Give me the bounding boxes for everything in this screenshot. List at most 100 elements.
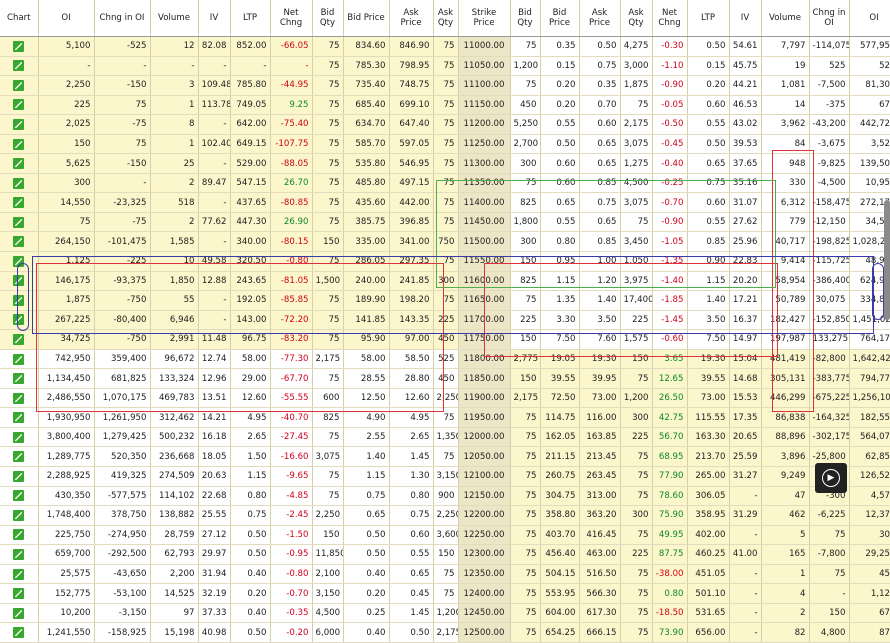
call-cell[interactable]: 320.50: [230, 251, 271, 272]
put-cell[interactable]: 73.00: [687, 388, 730, 409]
call-cell[interactable]: 143.00: [230, 310, 271, 331]
call-chart-cell[interactable]: [0, 622, 39, 643]
call-chart-cell[interactable]: [0, 56, 39, 77]
chart-icon[interactable]: [13, 333, 25, 345]
strike-price-cell[interactable]: 12450.00: [458, 603, 511, 624]
call-chart-cell[interactable]: [0, 583, 39, 604]
call-chart-cell[interactable]: [0, 603, 39, 624]
call-chart-cell[interactable]: [0, 173, 39, 194]
strike-price-cell[interactable]: 12150.00: [458, 486, 511, 507]
put-cell[interactable]: 1.40: [687, 290, 730, 311]
strike-price-cell[interactable]: 11550.00: [458, 251, 511, 272]
strike-price-cell[interactable]: 11600.00: [458, 271, 511, 292]
strike-price-cell[interactable]: 11850.00: [458, 368, 511, 389]
call-chart-cell[interactable]: [0, 446, 39, 468]
chart-icon[interactable]: [13, 373, 25, 385]
chart-icon[interactable]: [13, 79, 25, 91]
put-cell[interactable]: 460.25: [687, 544, 730, 565]
put-cell[interactable]: 358.95: [687, 505, 730, 526]
chart-icon[interactable]: [13, 588, 25, 600]
put-cell[interactable]: 0.50: [687, 36, 730, 57]
put-cell[interactable]: 0.20: [687, 75, 730, 96]
call-chart-cell[interactable]: [0, 114, 39, 135]
put-cell[interactable]: 7.50: [687, 329, 730, 350]
call-cell[interactable]: 547.15: [230, 173, 271, 194]
strike-price-cell[interactable]: 11050.00: [458, 56, 511, 77]
call-cell[interactable]: 96.75: [230, 329, 271, 350]
put-cell[interactable]: 656.00: [687, 622, 730, 643]
call-chart-cell[interactable]: [0, 407, 39, 428]
call-cell[interactable]: 0.40: [230, 564, 271, 585]
call-cell[interactable]: 58.00: [230, 349, 271, 370]
call-chart-cell[interactable]: [0, 349, 39, 370]
left-scroll-handle[interactable]: [17, 263, 29, 331]
call-cell[interactable]: 649.15: [230, 134, 271, 155]
call-cell[interactable]: 642.00: [230, 114, 271, 135]
right-scroll-handle[interactable]: [872, 263, 884, 320]
chart-icon[interactable]: [13, 451, 25, 463]
call-cell[interactable]: 529.00: [230, 153, 271, 174]
call-cell[interactable]: 4.95: [230, 407, 271, 428]
call-chart-cell[interactable]: [0, 368, 39, 389]
chart-icon[interactable]: [13, 568, 25, 580]
strike-price-cell[interactable]: 12250.00: [458, 525, 511, 546]
strike-price-cell[interactable]: 12050.00: [458, 446, 511, 468]
call-cell[interactable]: 785.80: [230, 75, 271, 96]
strike-price-cell[interactable]: 11650.00: [458, 290, 511, 311]
vertical-scrollbar[interactable]: [884, 200, 890, 320]
chart-icon[interactable]: [13, 412, 25, 424]
call-chart-cell[interactable]: [0, 505, 39, 526]
call-chart-cell[interactable]: [0, 134, 39, 155]
strike-price-cell[interactable]: 11450.00: [458, 212, 511, 233]
strike-price-cell[interactable]: 11300.00: [458, 153, 511, 174]
put-cell[interactable]: 402.00: [687, 525, 730, 546]
call-cell[interactable]: 1.15: [230, 466, 271, 487]
put-cell[interactable]: 0.55: [687, 212, 730, 233]
strike-price-cell[interactable]: 12350.00: [458, 564, 511, 585]
call-cell[interactable]: 0.75: [230, 505, 271, 526]
chart-icon[interactable]: [13, 216, 25, 228]
put-cell[interactable]: 0.60: [687, 95, 730, 116]
strike-price-cell[interactable]: 11200.00: [458, 114, 511, 135]
strike-price-cell[interactable]: 12400.00: [458, 583, 511, 604]
put-cell[interactable]: 3.50: [687, 310, 730, 331]
strike-price-cell[interactable]: 11100.00: [458, 75, 511, 96]
strike-price-cell[interactable]: 11750.00: [458, 329, 511, 350]
strike-price-cell[interactable]: 11400.00: [458, 192, 511, 213]
call-cell[interactable]: 0.40: [230, 603, 271, 624]
chart-icon[interactable]: [13, 197, 25, 209]
chart-icon[interactable]: [13, 353, 25, 365]
put-cell[interactable]: 0.55: [687, 114, 730, 135]
chart-icon[interactable]: [13, 529, 25, 541]
put-cell[interactable]: 0.85: [687, 231, 730, 253]
call-cell[interactable]: 2.65: [230, 427, 271, 448]
chart-icon[interactable]: [13, 548, 25, 560]
strike-price-cell[interactable]: 11900.00: [458, 388, 511, 409]
strike-price-cell[interactable]: 11350.00: [458, 173, 511, 194]
chart-icon[interactable]: [13, 392, 25, 404]
strike-price-cell[interactable]: 11700.00: [458, 310, 511, 331]
chart-icon[interactable]: [13, 431, 25, 443]
call-cell[interactable]: -: [230, 56, 271, 77]
put-cell[interactable]: 39.55: [687, 368, 730, 389]
strike-price-cell[interactable]: 12000.00: [458, 427, 511, 448]
chart-icon[interactable]: [13, 627, 25, 639]
call-chart-cell[interactable]: [0, 525, 39, 546]
strike-price-cell[interactable]: 11500.00: [458, 231, 511, 253]
call-chart-cell[interactable]: [0, 564, 39, 585]
call-cell[interactable]: 0.80: [230, 486, 271, 507]
strike-price-cell[interactable]: 11250.00: [458, 134, 511, 155]
chart-icon[interactable]: [13, 60, 25, 72]
call-cell[interactable]: 852.00: [230, 36, 271, 57]
call-cell[interactable]: 0.50: [230, 544, 271, 565]
chart-icon[interactable]: [13, 158, 25, 170]
chart-icon[interactable]: [13, 509, 25, 521]
put-cell[interactable]: 0.50: [687, 134, 730, 155]
put-cell[interactable]: 213.70: [687, 446, 730, 468]
put-cell[interactable]: 531.65: [687, 603, 730, 624]
strike-price-cell[interactable]: 12500.00: [458, 622, 511, 643]
call-cell[interactable]: 437.65: [230, 192, 271, 213]
call-cell[interactable]: 340.00: [230, 231, 271, 253]
call-chart-cell[interactable]: [0, 153, 39, 174]
call-cell[interactable]: 447.30: [230, 212, 271, 233]
